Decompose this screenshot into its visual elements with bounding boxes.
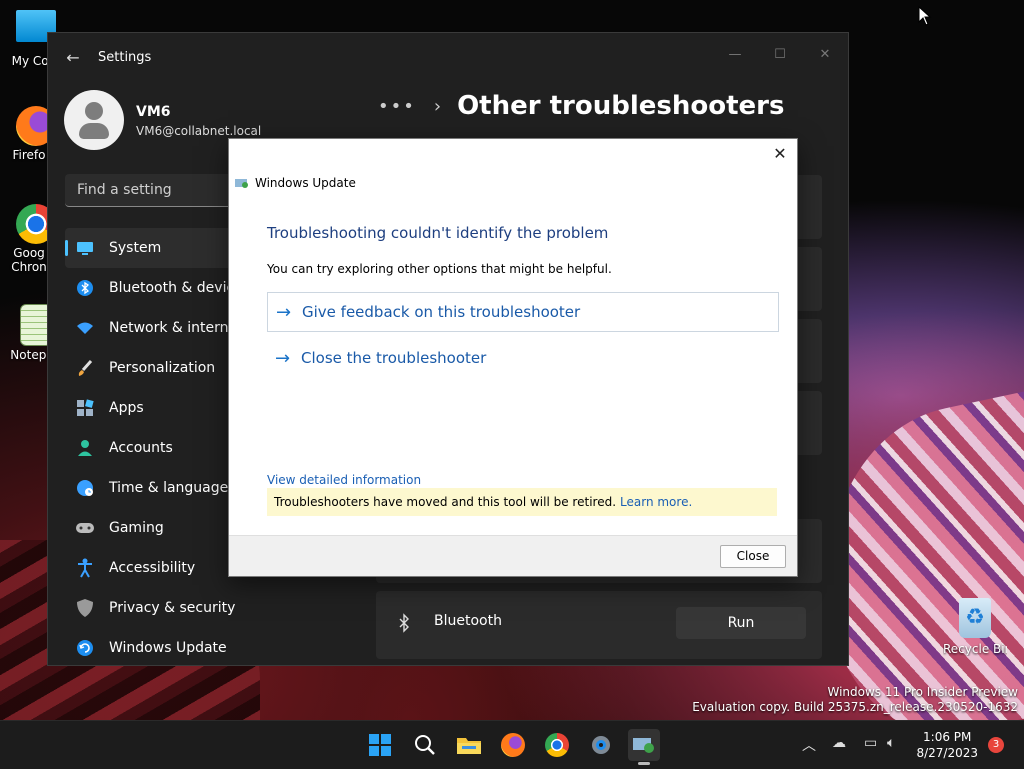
give-feedback-option[interactable]: → Give feedback on this troubleshooter bbox=[267, 292, 779, 332]
minimize-icon: — bbox=[728, 47, 742, 62]
search-button[interactable] bbox=[409, 729, 441, 761]
person-icon bbox=[75, 438, 95, 458]
mouse-cursor-icon bbox=[918, 6, 932, 26]
evaluation-watermark: Windows 11 Pro Insider Preview Evaluatio… bbox=[692, 685, 1018, 715]
windows-update-icon bbox=[235, 179, 248, 188]
windows-logo-icon bbox=[369, 734, 391, 756]
chevron-right-icon: › bbox=[433, 95, 442, 117]
brush-icon bbox=[75, 358, 95, 378]
troubleshooter-card-bluetooth: Bluetooth Run bbox=[376, 591, 822, 659]
recycle-bin-icon: ♻ bbox=[959, 598, 991, 638]
file-explorer-button[interactable] bbox=[453, 729, 485, 761]
globe-icon bbox=[75, 478, 95, 498]
start-button[interactable] bbox=[364, 729, 396, 761]
learn-more-link[interactable]: Learn more. bbox=[620, 495, 692, 509]
chevron-up-icon: ︿ bbox=[802, 738, 816, 754]
sidebar-item-label: Network & internet bbox=[109, 320, 243, 336]
cloud-offline-icon[interactable]: ☁ bbox=[832, 735, 846, 751]
chrome-icon bbox=[545, 733, 569, 757]
desktop-icon-recycle-bin[interactable]: ♻ Recycle Bin bbox=[943, 598, 1007, 656]
watermark-line2: Evaluation copy. Build 25375.zn_release.… bbox=[692, 700, 1018, 714]
dialog-close-button[interactable]: ✕ bbox=[769, 143, 791, 165]
sidebar-item-privacy-security[interactable]: Privacy & security bbox=[65, 588, 325, 628]
sidebar-item-label: Apps bbox=[109, 400, 144, 416]
notification-badge[interactable]: 3 bbox=[988, 737, 1004, 753]
arrow-right-icon: → bbox=[275, 347, 291, 369]
profile-email: VM6@collabnet.local bbox=[136, 124, 262, 138]
sidebar-item-label: Personalization bbox=[109, 360, 216, 376]
breadcrumb-more-button[interactable]: ••• bbox=[378, 96, 416, 117]
firefox-icon bbox=[501, 733, 525, 757]
sidebar-item-windows-update[interactable]: Windows Update bbox=[65, 628, 325, 665]
close-button[interactable]: Close bbox=[720, 545, 786, 568]
bluetooth-icon bbox=[394, 613, 414, 633]
close-icon: ✕ bbox=[819, 47, 831, 62]
avatar-head bbox=[85, 102, 103, 120]
troubleshooter-taskbar-button[interactable] bbox=[628, 729, 660, 765]
accessibility-icon bbox=[75, 558, 95, 578]
dialog-footer: Close bbox=[229, 535, 797, 576]
breadcrumb: ••• › Other troubleshooters bbox=[378, 91, 784, 121]
search-icon bbox=[415, 735, 435, 755]
arrow-left-icon: ← bbox=[66, 48, 80, 67]
retirement-notice: Troubleshooters have moved and this tool… bbox=[267, 488, 777, 516]
dialog-title: Windows Update bbox=[235, 176, 356, 190]
sidebar-item-label: Accounts bbox=[109, 440, 173, 456]
clock-date: 8/27/2023 bbox=[916, 746, 978, 760]
troubleshooter-label: Bluetooth bbox=[434, 613, 502, 629]
update-icon bbox=[75, 638, 95, 658]
close-troubleshooter-option[interactable]: → Close the troubleshooter bbox=[267, 339, 777, 377]
taskbar: ︿ ☁ ▭ 🔈︎ 1:06 PM 8/27/2023 3 bbox=[0, 720, 1024, 769]
maximize-icon: ☐ bbox=[774, 47, 786, 62]
windows-update-icon bbox=[633, 738, 654, 753]
shield-icon bbox=[75, 598, 95, 618]
view-details-link[interactable]: View detailed information bbox=[267, 473, 421, 487]
option-label: Close the troubleshooter bbox=[301, 349, 487, 367]
avatar[interactable] bbox=[64, 90, 124, 150]
page-title: Other troubleshooters bbox=[457, 91, 785, 121]
close-icon: ✕ bbox=[773, 144, 787, 163]
sidebar-item-label: Windows Update bbox=[109, 640, 227, 656]
close-window-button[interactable]: ✕ bbox=[810, 41, 840, 69]
profile-name: VM6 bbox=[136, 104, 171, 120]
run-bluetooth-button[interactable]: Run bbox=[676, 607, 806, 639]
option-label: Give feedback on this troubleshooter bbox=[302, 303, 581, 321]
troubleshooter-dialog: ✕ Windows Update Troubleshooting couldn'… bbox=[228, 138, 798, 577]
firefox-taskbar-button[interactable] bbox=[497, 729, 529, 761]
show-hidden-icons-button[interactable]: ︿ bbox=[802, 735, 816, 755]
monitor-icon bbox=[75, 238, 95, 258]
settings-titlebar: ← Settings — ☐ ✕ bbox=[48, 33, 848, 83]
settings-taskbar-button[interactable] bbox=[585, 729, 617, 761]
dialog-subtext: You can try exploring other options that… bbox=[267, 262, 612, 276]
desktop-icon-label: Recycle Bin bbox=[943, 642, 1007, 656]
sidebar-item-label: Accessibility bbox=[109, 560, 196, 576]
sidebar-item-label: Privacy & security bbox=[109, 600, 236, 616]
gear-icon bbox=[592, 736, 610, 754]
watermark-line1: Windows 11 Pro Insider Preview bbox=[827, 685, 1018, 699]
notice-text: Troubleshooters have moved and this tool… bbox=[274, 495, 617, 509]
minimize-button[interactable]: — bbox=[720, 41, 750, 69]
sidebar-item-label: Gaming bbox=[109, 520, 164, 536]
dialog-title-text: Windows Update bbox=[255, 176, 356, 190]
dialog-heading: Troubleshooting couldn't identify the pr… bbox=[267, 224, 609, 242]
arrow-right-icon: → bbox=[276, 301, 292, 323]
avatar-body bbox=[79, 123, 109, 139]
sidebar-item-label: System bbox=[109, 240, 162, 256]
bluetooth-icon bbox=[75, 278, 95, 298]
network-icon[interactable]: ▭ bbox=[864, 735, 877, 751]
chrome-taskbar-button[interactable] bbox=[541, 729, 573, 761]
clock-time: 1:06 PM bbox=[923, 730, 972, 744]
wifi-icon bbox=[75, 318, 95, 338]
clock[interactable]: 1:06 PM 8/27/2023 bbox=[916, 729, 978, 761]
maximize-button[interactable]: ☐ bbox=[765, 41, 795, 69]
volume-icon[interactable]: 🔈︎ bbox=[887, 735, 895, 751]
sidebar-item-label: Time & language bbox=[109, 480, 229, 496]
folder-icon bbox=[457, 738, 481, 754]
app-title: Settings bbox=[98, 50, 152, 65]
apps-icon bbox=[75, 398, 95, 418]
back-button[interactable]: ← bbox=[62, 47, 84, 69]
gamepad-icon bbox=[75, 518, 95, 538]
